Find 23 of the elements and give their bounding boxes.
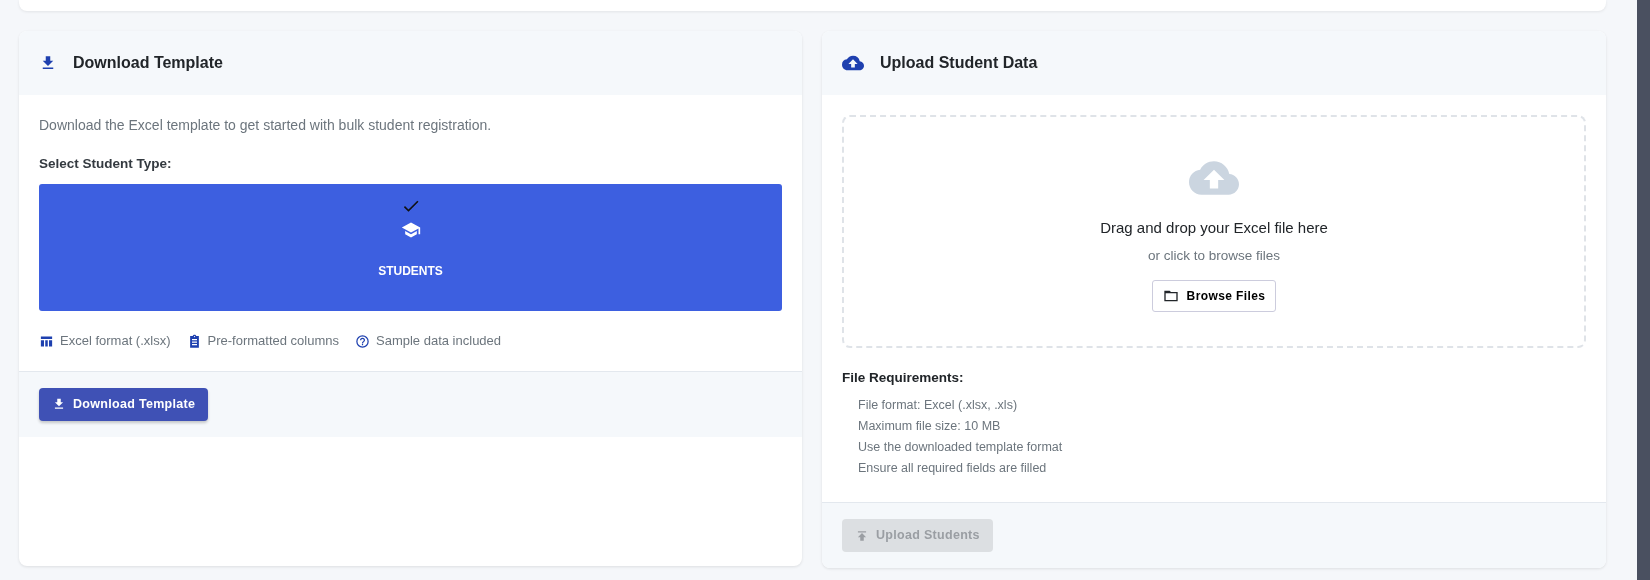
feature-text: Excel format (.xlsx) [60,332,171,351]
drop-zone[interactable]: Drag and drop your Excel file here or click to browse files Browse Files [842,115,1586,348]
feature-text: Sample data included [376,332,502,351]
requirement-item: Use the downloaded template format [857,440,1064,456]
download-icon [52,397,66,412]
option-label: STUDENTS [378,263,443,281]
requirements-title: File Requirements: [842,369,965,387]
requirement-item: File format: Excel (.xlsx, .xls) [857,398,1019,414]
upload-icon [855,528,869,543]
description-text: Download the Excel template to get started with bulk student registration. [39,116,493,135]
scrollbar[interactable] [1637,0,1650,580]
requirement-item: Maximum file size: 10 MB [857,419,1002,435]
card-title: Upload Student Data [880,53,1038,73]
student-type-option[interactable]: STUDENTS [39,184,782,312]
drop-title: Drag and drop your Excel file here [1100,218,1328,238]
requirement-item: Ensure all required fields are filled [857,461,1048,477]
help-icon [355,333,370,349]
feature-text: Pre-formatted columns [207,332,339,351]
download-button[interactable]: Download Template [39,387,209,421]
browse-button[interactable]: Browse Files [1151,279,1277,312]
drop-hint: or click to browse files [1147,246,1280,265]
card-title: Download Template [73,53,223,73]
field-label: Select Student Type: [39,155,173,173]
